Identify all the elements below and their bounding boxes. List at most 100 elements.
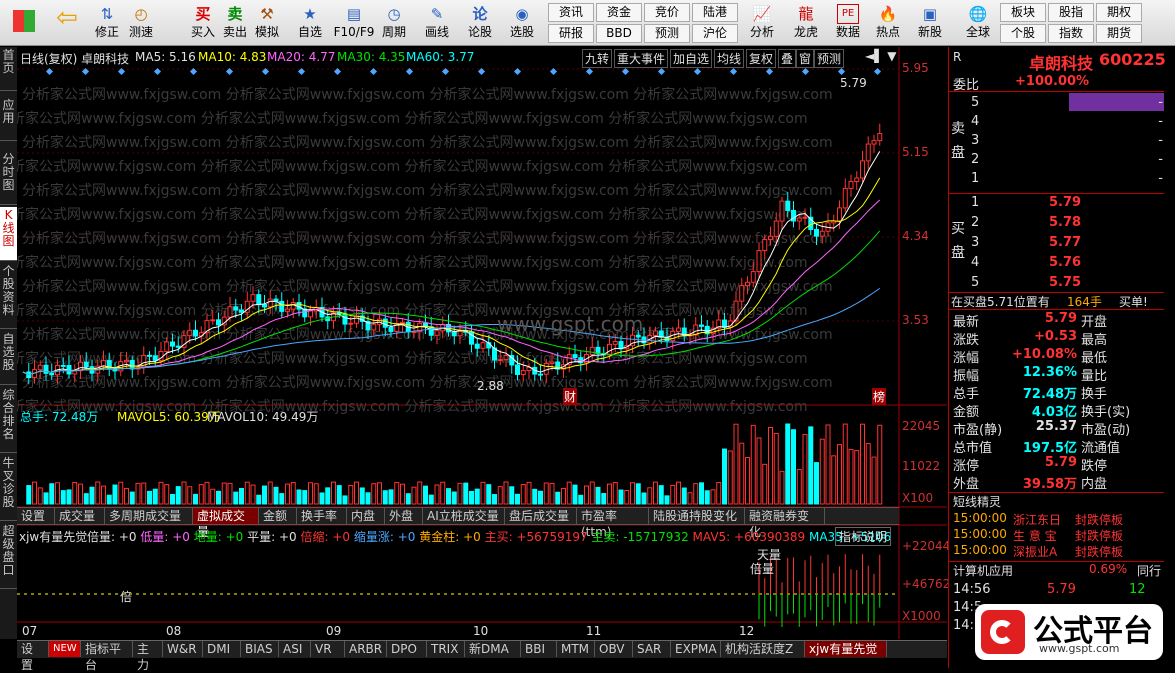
simulate-button[interactable]: ⚒ 模拟 — [250, 2, 284, 44]
period-button[interactable]: ◷ 周期 — [376, 2, 412, 44]
forecast-button[interactable]: 预测 — [644, 24, 690, 43]
watchlist-button[interactable]: ★ 自选 — [290, 2, 330, 44]
news-item[interactable]: 15:00:00 深振业A 封跌停板 — [949, 543, 1164, 561]
sell-level-1[interactable]: 1- — [949, 171, 1164, 189]
major-event-button[interactable]: 重大事件 — [614, 49, 669, 68]
hotspot-button[interactable]: 🔥 热点 — [870, 2, 906, 44]
nav-timeshare[interactable]: 分时图 — [0, 151, 17, 205]
index-button[interactable]: 指数 — [1048, 24, 1094, 43]
sell-level-4[interactable]: 4- — [949, 114, 1164, 132]
indicator-tab-12[interactable]: 新DMA — [465, 641, 521, 657]
nav-home[interactable]: 首页 — [0, 47, 17, 91]
analysis-button[interactable]: 📈 分析 — [744, 2, 780, 44]
hk-connect-button[interactable]: 陆港 — [692, 3, 738, 22]
tab-5[interactable]: 换手率 — [297, 508, 347, 524]
tab-4[interactable]: 金额 — [259, 508, 297, 524]
indicator-tab-19[interactable]: xjw有量先觉 — [805, 641, 887, 657]
stocks-button[interactable]: 个股 — [1000, 24, 1046, 43]
fund-button[interactable]: 资金 — [596, 3, 642, 22]
tab-7[interactable]: 外盘 — [385, 508, 423, 524]
indicator-tab-17[interactable]: EXPMA — [671, 641, 721, 657]
tab-1[interactable]: 成交量 — [55, 508, 105, 524]
sell-level-3[interactable]: 3- — [949, 133, 1164, 151]
indicator-tab-16[interactable]: SAR — [633, 641, 671, 657]
indicator-tab-11[interactable]: TRIX — [427, 641, 465, 657]
indicator-tab-9[interactable]: ARBR — [345, 641, 387, 657]
tab-11[interactable]: 陆股通持股变化 — [649, 508, 745, 524]
buy-level-2[interactable]: 2 5.78 — [949, 215, 1164, 233]
sector-button[interactable]: 板块 — [1000, 3, 1046, 22]
nav-stock-info[interactable]: 个股资料 — [0, 263, 17, 329]
tab-10[interactable]: 市盈率(ttm) — [577, 508, 649, 539]
grid-icon[interactable] — [4, 2, 44, 44]
tab-0[interactable]: 设置 — [17, 508, 55, 524]
news-button[interactable]: 资讯 — [548, 3, 594, 22]
report-button[interactable]: 研报 — [548, 24, 594, 43]
sell-button[interactable]: 卖卖出 — [218, 2, 252, 44]
nav-kline[interactable]: K线图 — [0, 207, 17, 261]
indicator-tab-13[interactable]: BBI — [521, 641, 557, 657]
fix-button[interactable]: ⇅ 修正 — [90, 2, 124, 44]
buy-level-3[interactable]: 3 5.77 — [949, 235, 1164, 253]
nav-super-order[interactable]: 超级盘口 — [0, 523, 17, 589]
stock-index-futures-button[interactable]: 股指 — [1048, 3, 1094, 22]
data-button[interactable]: PE 数据 — [830, 2, 866, 44]
indicator-tab-18[interactable]: 机构活跃度Z — [721, 641, 805, 657]
tab-12[interactable]: 融资融券变化 — [745, 508, 825, 539]
finance-marker[interactable]: 财 — [563, 388, 578, 405]
f10-button[interactable]: ▤ F10/F9 — [332, 2, 376, 44]
indicator-tab-8[interactable]: VR — [311, 641, 345, 657]
sell-level-5[interactable]: 5- — [949, 95, 1164, 113]
buy-level-5[interactable]: 5 5.75 — [949, 275, 1164, 293]
indicator-tab-1[interactable]: NEW — [49, 641, 81, 657]
peer-button[interactable]: 同行 — [1137, 562, 1161, 579]
indicator-tab-10[interactable]: DPO — [387, 641, 427, 657]
sector-name[interactable]: 计算机应用 — [953, 562, 1013, 579]
predict-button[interactable]: 预测 — [814, 49, 845, 68]
jiuzhuan-button[interactable]: 九转 — [582, 49, 613, 68]
stock-picker-button[interactable]: ◉ 选股 — [502, 2, 542, 44]
arrow-right-icon[interactable]: ◄▌ ▼ — [865, 49, 897, 63]
auction-button[interactable]: 竞价 — [644, 3, 690, 22]
adjust-button[interactable]: 复权 — [746, 49, 777, 68]
indicator-tab-5[interactable]: DMI — [203, 641, 241, 657]
indicator-tab-7[interactable]: ASI — [279, 641, 311, 657]
speed-test-button[interactable]: ◴ 测速 — [124, 2, 158, 44]
nav-ranking[interactable]: 综合排名 — [0, 387, 17, 453]
futures-button[interactable]: 期货 — [1096, 24, 1142, 43]
tab-6[interactable]: 内盘 — [347, 508, 385, 524]
dragon-tiger-button[interactable]: 龍龙虎 — [786, 2, 826, 44]
buy-button[interactable]: 买买入 — [186, 2, 220, 44]
buy-level-1[interactable]: 1 5.79 — [949, 195, 1164, 213]
buy-level-4[interactable]: 4 5.76 — [949, 255, 1164, 273]
global-button[interactable]: 🌐 全球 — [956, 2, 1000, 44]
nav-apps[interactable]: 应用 — [0, 97, 17, 141]
dragon-list-marker[interactable]: 榜 — [872, 388, 887, 405]
nav-diagnosis[interactable]: 牛叉诊股 — [0, 455, 17, 521]
overlay-button[interactable]: 叠 — [778, 49, 797, 68]
options-button[interactable]: 期权 — [1096, 3, 1142, 22]
add-watchlist-button[interactable]: 加自选 — [670, 49, 713, 68]
ma-button[interactable]: 均线 — [714, 49, 745, 68]
back-arrow-icon[interactable]: ⇦ — [50, 2, 84, 44]
sell-level-2[interactable]: 2- — [949, 152, 1164, 170]
tab-9[interactable]: 盘后成交量 — [505, 508, 577, 524]
tab-2[interactable]: 多周期成交量 — [105, 508, 193, 524]
indicator-tab-4[interactable]: W&R — [163, 641, 203, 657]
shanghai-london-button[interactable]: 沪伦 — [692, 24, 738, 43]
indicator-tab-2[interactable]: 指标平台 — [81, 641, 133, 672]
indicator-help-button[interactable]: 指标说明 — [835, 527, 892, 546]
indicator-tab-0[interactable]: 设置 — [17, 641, 49, 672]
indicator-tab-3[interactable]: 主力 — [133, 641, 163, 672]
tab-8[interactable]: AI立桩成交量 — [423, 508, 505, 524]
new-stock-button[interactable]: ▣ 新股 — [912, 2, 948, 44]
discuss-button[interactable]: 论论股 — [462, 2, 498, 44]
bbd-button[interactable]: BBD — [596, 24, 642, 43]
window-button[interactable]: 窗 — [796, 49, 815, 68]
indicator-tab-15[interactable]: OBV — [595, 641, 633, 657]
indicator-tab-6[interactable]: BIAS — [241, 641, 279, 657]
tab-3[interactable]: 虚拟成交量 — [193, 508, 259, 539]
indicator-tab-14[interactable]: MTM — [557, 641, 595, 657]
draw-line-button[interactable]: ✎ 画线 — [418, 2, 456, 44]
nav-watchlist[interactable]: 自选股 — [0, 331, 17, 385]
